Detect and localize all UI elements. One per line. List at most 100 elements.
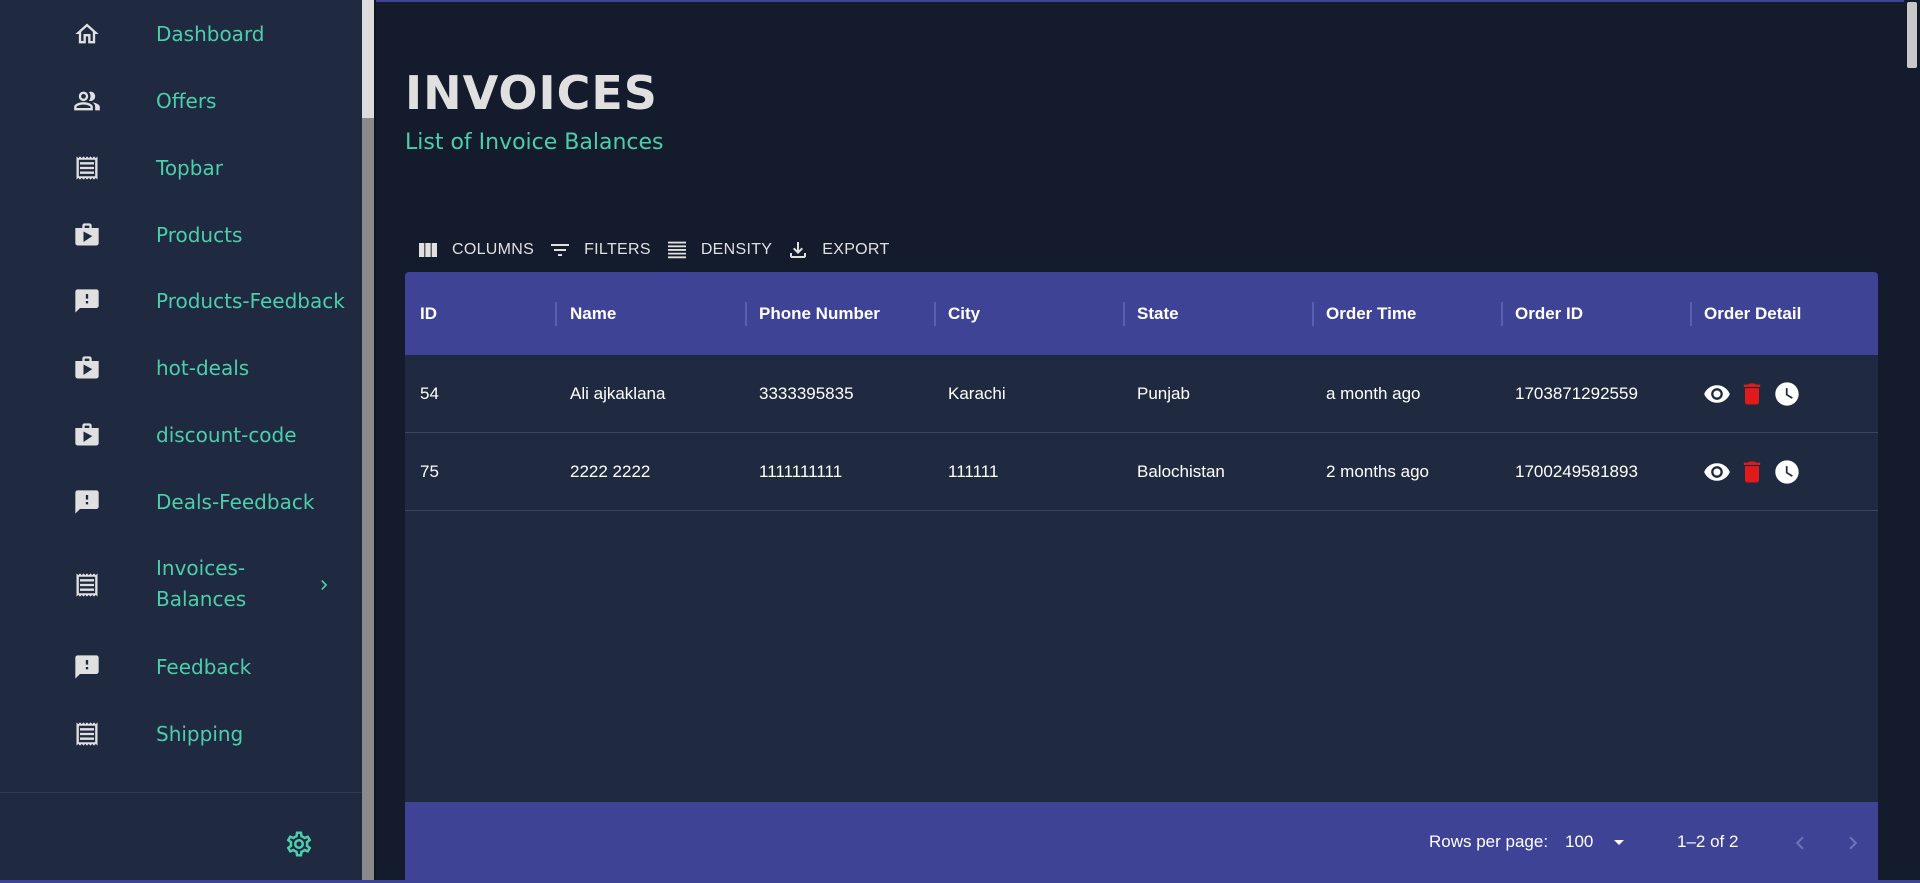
columns-button[interactable]: COLUMNS: [416, 238, 534, 262]
delete-trash-icon[interactable]: [1736, 378, 1768, 410]
cell-name: 2222 2222: [570, 461, 651, 481]
filters-button[interactable]: FILTERS: [548, 238, 651, 262]
cell-id: 75: [420, 461, 439, 481]
cell-phone: 3333395835: [759, 383, 854, 403]
sidebar-item-products[interactable]: Products: [0, 210, 362, 260]
column-header-id[interactable]: ID: [420, 272, 437, 355]
sidebar-item-label: Topbar: [156, 155, 223, 180]
receipt-icon: [72, 570, 102, 600]
sidebar-item-label: Dashboard: [156, 21, 265, 46]
grid-toolbar: COLUMNS FILTERS DENSITY EXPORT: [416, 235, 904, 265]
sidebar-item-label: Feedback: [156, 654, 252, 679]
column-separator[interactable]: [1312, 302, 1314, 326]
cell-phone: 1111111111: [759, 461, 843, 481]
column-header-name[interactable]: Name: [570, 272, 616, 355]
page-scrollbar-thumb[interactable]: [1907, 2, 1917, 68]
column-separator[interactable]: [934, 302, 936, 326]
home-icon: [72, 19, 102, 49]
sidebar-item-label: Products-Feedback: [156, 288, 345, 313]
cell-order-detail: [1701, 355, 1806, 432]
dropdown-arrow-icon: [1614, 840, 1625, 845]
cell-order-detail: [1701, 433, 1806, 510]
feedback-icon: [72, 487, 102, 517]
sidebar-item-label: Deals-Feedback: [156, 489, 315, 514]
view-eye-icon[interactable]: [1701, 456, 1733, 488]
columns-icon: [419, 243, 437, 257]
view-eye-icon[interactable]: [1701, 378, 1733, 410]
table-row[interactable]: 54 Ali ajkaklana 3333395835 Karachi Punj…: [405, 355, 1878, 433]
download-icon: [790, 242, 807, 258]
rows-per-page-value: 100: [1565, 832, 1594, 851]
shop-icon: [72, 220, 102, 250]
column-separator[interactable]: [1501, 302, 1503, 326]
sidebar-item-products-feedback[interactable]: Products-Feedback: [0, 276, 362, 326]
table-row[interactable]: 75 2222 2222 1111111111 111111 Balochist…: [405, 433, 1878, 511]
sidebar-item-label-line2: Balances: [156, 587, 247, 611]
history-clock-icon[interactable]: [1771, 456, 1803, 488]
pagination-range: 1–2 of 2: [1677, 832, 1739, 851]
feedback-icon: [72, 652, 102, 682]
export-button[interactable]: EXPORT: [786, 238, 889, 262]
chevron-right-icon: [314, 575, 334, 595]
sidebar-item-dashboard[interactable]: Dashboard: [0, 9, 362, 59]
sidebar-scrollbar-track[interactable]: [362, 0, 374, 880]
people-icon: [72, 86, 102, 116]
receipt-icon: [72, 153, 102, 183]
column-header-order-time[interactable]: Order Time: [1326, 272, 1416, 355]
sidebar-item-offers[interactable]: Offers: [0, 76, 362, 126]
page-scrollbar-track[interactable]: [1904, 0, 1920, 880]
receipt-icon: [72, 719, 102, 749]
filters-label: FILTERS: [584, 241, 651, 258]
invoice-data-grid: ID Name Phone Number City State Order Ti…: [405, 272, 1878, 883]
sidebar-scrollbar-thumb[interactable]: [362, 0, 374, 118]
rows-per-page-label: Rows per page:: [1429, 832, 1549, 851]
sidebar-item-label: Shipping: [156, 721, 244, 746]
filter-icon: [551, 244, 570, 256]
shop-icon: [72, 420, 102, 450]
sidebar-item-label: hot-deals: [156, 355, 250, 380]
sidebar-item-discount-code[interactable]: discount-code: [0, 410, 362, 460]
grid-footer: Rows per page: 100 1–2 of 2: [405, 802, 1878, 883]
sidebar-item-label: discount-code: [156, 422, 297, 447]
column-header-order-id[interactable]: Order ID: [1515, 272, 1583, 355]
rows-per-page-select[interactable]: 100: [1565, 830, 1631, 854]
shop-icon: [72, 353, 102, 383]
columns-label: COLUMNS: [452, 241, 535, 258]
column-separator[interactable]: [1690, 302, 1692, 326]
density-button[interactable]: DENSITY: [665, 238, 772, 262]
column-header-state[interactable]: State: [1137, 272, 1179, 355]
sidebar-item-hot-deals[interactable]: hot-deals: [0, 343, 362, 393]
cell-name: Ali ajkaklana: [570, 383, 666, 403]
column-separator[interactable]: [1123, 302, 1125, 326]
density-label: DENSITY: [700, 241, 773, 258]
sidebar-item-shipping[interactable]: Shipping: [0, 709, 362, 759]
column-header-order-detail[interactable]: Order Detail: [1704, 272, 1801, 355]
column-header-phone[interactable]: Phone Number: [759, 272, 880, 355]
feedback-icon: [72, 286, 102, 316]
previous-page-icon[interactable]: [1785, 828, 1815, 858]
page-title: INVOICES: [405, 66, 658, 120]
sidebar-item-invoices-balances[interactable]: Invoices- Balances: [0, 553, 362, 617]
settings-gear-icon[interactable]: [284, 829, 314, 859]
column-separator[interactable]: [745, 302, 747, 326]
sidebar-divider: [0, 792, 362, 793]
grid-header-row: ID Name Phone Number City State Order Ti…: [405, 272, 1878, 355]
next-page-icon[interactable]: [1838, 828, 1868, 858]
export-label: EXPORT: [822, 241, 890, 258]
sidebar-item-topbar[interactable]: Topbar: [0, 143, 362, 193]
density-icon: [667, 241, 686, 259]
sidebar-item-feedback[interactable]: Feedback: [0, 642, 362, 692]
column-header-city[interactable]: City: [948, 272, 980, 355]
sidebar-item-deals-feedback[interactable]: Deals-Feedback: [0, 477, 362, 527]
cell-state: Punjab: [1137, 383, 1190, 403]
cell-order-id: 1703871292559: [1515, 383, 1638, 403]
delete-trash-icon[interactable]: [1736, 456, 1768, 488]
sidebar: Dashboard Offers Topbar Products Product…: [0, 0, 362, 880]
cell-id: 54: [420, 383, 439, 403]
cell-city: Karachi: [948, 383, 1006, 403]
sidebar-item-label: Products: [156, 222, 243, 247]
history-clock-icon[interactable]: [1771, 378, 1803, 410]
column-separator[interactable]: [555, 302, 557, 326]
cell-order-id: 1700249581893: [1515, 461, 1638, 481]
page-subtitle: List of Invoice Balances: [405, 130, 664, 155]
